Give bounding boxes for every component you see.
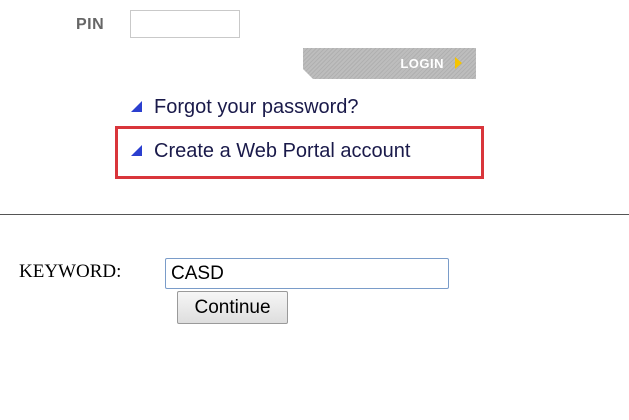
forgot-password-label: Forgot your password? bbox=[154, 96, 359, 118]
divider bbox=[0, 214, 629, 215]
pin-label: PIN bbox=[76, 16, 105, 33]
login-button-label: LOGIN bbox=[400, 56, 444, 71]
continue-button[interactable]: Continue bbox=[177, 291, 288, 324]
keyword-label: KEYWORD: bbox=[19, 261, 122, 282]
pin-input[interactable] bbox=[130, 10, 240, 38]
create-account-label: Create a Web Portal account bbox=[154, 140, 411, 162]
triangle-bullet-icon bbox=[131, 101, 142, 112]
play-arrow-icon bbox=[455, 57, 462, 69]
forgot-password-link[interactable]: Forgot your password? bbox=[131, 96, 359, 119]
triangle-bullet-icon bbox=[131, 145, 142, 156]
login-button[interactable]: LOGIN bbox=[303, 48, 476, 79]
page: PIN LOGIN Forgot your password? Create a… bbox=[0, 0, 629, 420]
create-account-link[interactable]: Create a Web Portal account bbox=[131, 140, 410, 163]
keyword-input[interactable] bbox=[165, 258, 449, 289]
